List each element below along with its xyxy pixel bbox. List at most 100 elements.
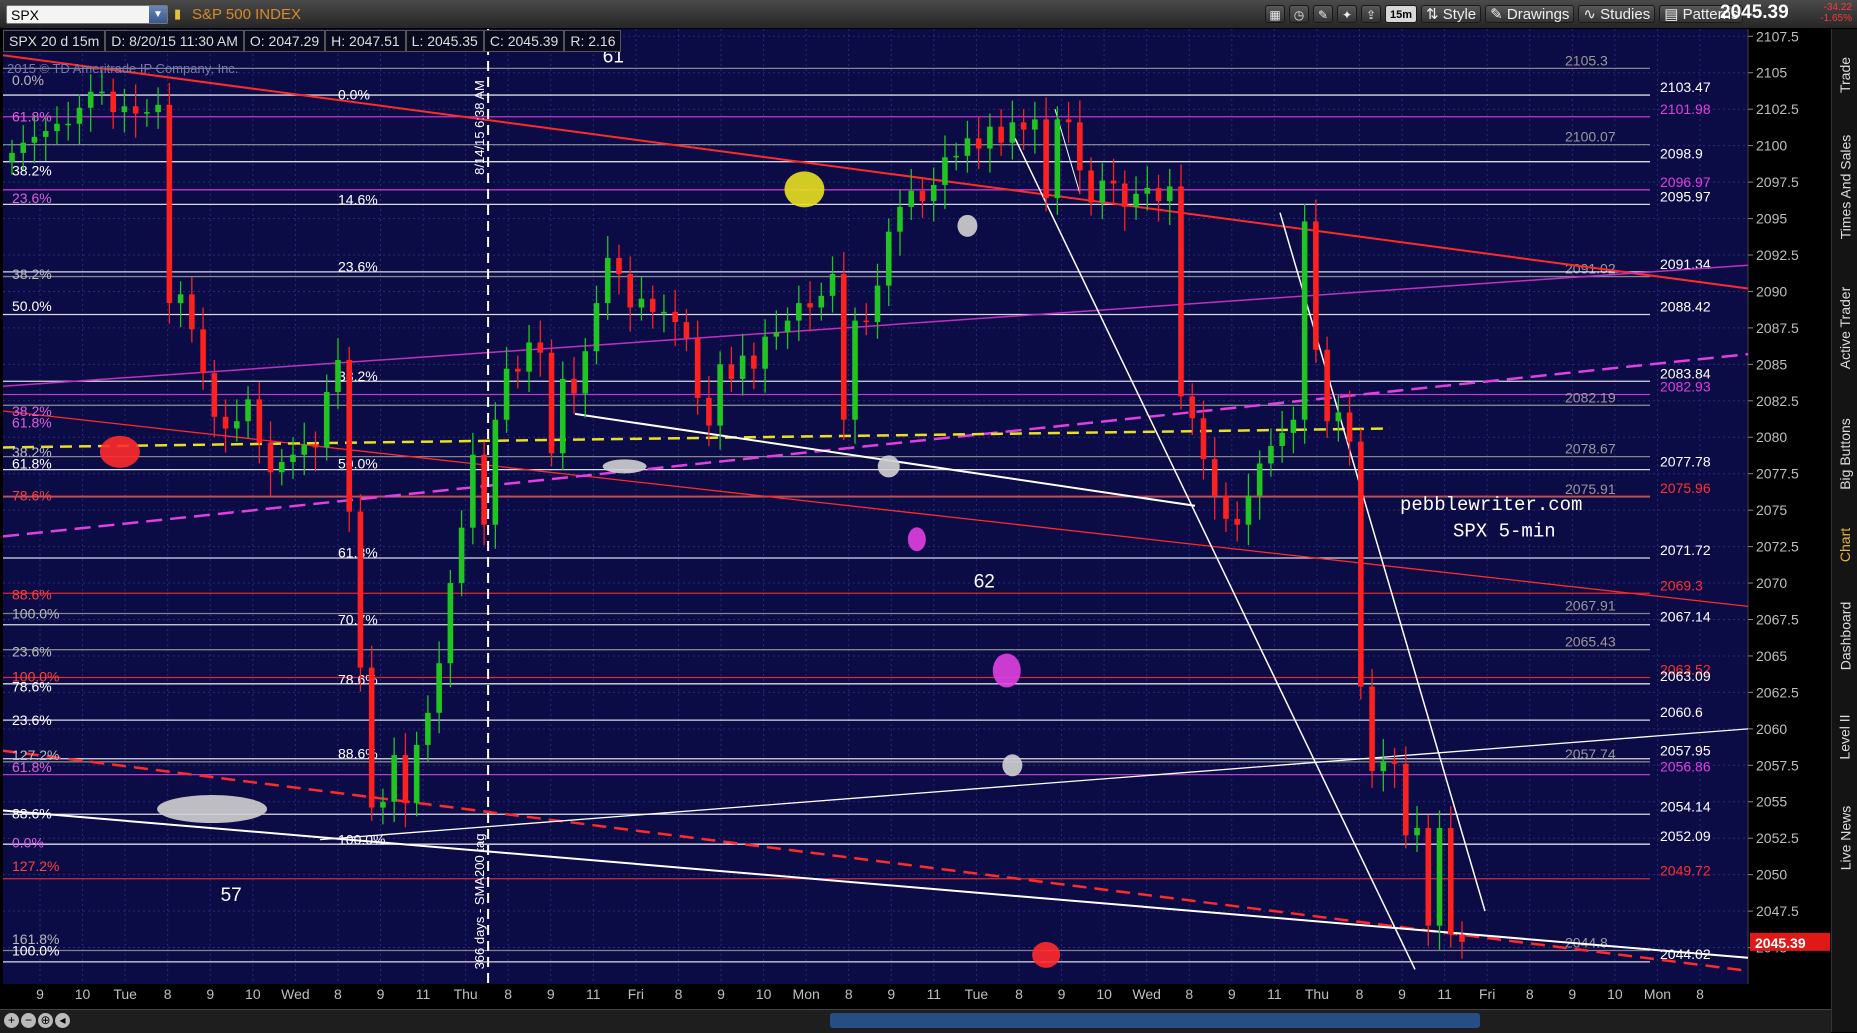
candle-body <box>1279 432 1285 446</box>
candle-body <box>9 152 15 162</box>
drag-icon[interactable]: ◂ <box>55 1013 70 1028</box>
last-price: 2045.39 <box>1720 2 1789 23</box>
x-tick-label: 8 <box>675 986 683 1002</box>
style-button[interactable]: ⇅ Style <box>1421 5 1482 23</box>
candle-body <box>503 368 510 420</box>
symbol-dropdown-button[interactable]: ▼ <box>149 6 167 23</box>
candle-body <box>571 378 577 394</box>
zoom-fit-icon[interactable]: ⊕ <box>38 1013 53 1028</box>
candle-body <box>380 801 386 808</box>
candle-body <box>267 443 274 473</box>
candle-body <box>694 338 701 398</box>
calendar-icon[interactable]: ▦ <box>1265 5 1285 23</box>
fib-label: 61.8% <box>12 455 52 471</box>
sync-icon[interactable]: ✎ <box>1313 5 1333 23</box>
x-tick-label: 9 <box>1398 986 1406 1002</box>
timeframe-button[interactable]: 15m <box>1385 5 1418 23</box>
candle-body <box>1178 186 1184 397</box>
x-tick-label: Wed <box>1132 986 1161 1002</box>
candle-body <box>784 320 791 333</box>
share-icon[interactable]: ⇪ <box>1361 5 1381 23</box>
zoom-in-icon[interactable]: + <box>4 1013 19 1028</box>
candle-body <box>1391 760 1398 764</box>
highlight-marker <box>907 527 926 552</box>
sidebar-tab-label: Dashboard <box>1837 601 1853 671</box>
candle-body <box>1380 760 1387 772</box>
x-tick-label: 9 <box>1568 986 1576 1002</box>
drawings-button[interactable]: ✎ Drawings <box>1485 5 1575 23</box>
studies-button[interactable]: ∿ Studies <box>1578 5 1656 23</box>
vertical-marker-label: 366 days - SMA200 tag <box>472 834 487 970</box>
candle-body <box>447 583 454 664</box>
price-chart[interactable]: 9 10 Tue 8 9 10 Wed 8 9 11 Thu 8 9 11 Fri 8 9 10 Mon 8 9 11 Tu… <box>0 29 1831 1009</box>
y-tick-label: 2065 <box>1756 648 1787 664</box>
level-label: 2067.14 <box>1660 609 1711 625</box>
bar-info-header: SPX 20 d 15m D: 8/20/15 11:30 AM O: 2047… <box>3 30 622 52</box>
level-label: 2101.98 <box>1660 101 1711 117</box>
symbol-description: S&P 500 INDEX <box>192 6 301 23</box>
study-label[interactable]: SPX 20 d 15m <box>3 30 106 52</box>
fib-label: 61.8% <box>12 415 52 431</box>
candle-body <box>885 231 892 286</box>
clock-icon[interactable]: ◷ <box>1289 5 1309 23</box>
x-tick-label: 10 <box>1607 986 1623 1002</box>
symbol-flag-icon[interactable]: ▮ <box>174 7 190 21</box>
level-label: 2088.42 <box>1660 298 1711 314</box>
y-tick-label: 2052.5 <box>1756 830 1799 846</box>
y-tick-label: 2100 <box>1756 138 1787 154</box>
scrollbar-thumb[interactable] <box>830 1013 1480 1028</box>
candle-body <box>436 663 442 713</box>
x-tick-label: 11 <box>586 986 601 1002</box>
candle-body <box>1133 193 1139 207</box>
wave-annotation: 62 <box>974 571 995 592</box>
candle-body <box>582 351 589 394</box>
sidebar-tab-big-buttons[interactable]: Big Buttons <box>1832 399 1857 509</box>
candle-body <box>526 342 532 372</box>
y-tick-label: 2060 <box>1756 721 1787 737</box>
x-tick-label: 9 <box>717 986 725 1002</box>
sidebar-tab-dashboard[interactable]: Dashboard <box>1832 581 1857 691</box>
settings-icon[interactable]: ✦ <box>1337 5 1357 23</box>
candle-body <box>87 91 94 108</box>
level-label: 2060.6 <box>1660 704 1703 720</box>
candle-body <box>863 320 870 323</box>
level-label: 2105.3 <box>1565 52 1608 68</box>
candle-body <box>649 298 656 312</box>
candle-body <box>54 123 60 132</box>
sidebar-tab-active-trader[interactable]: Active Trader <box>1832 263 1857 393</box>
sidebar-tab-live-news[interactable]: Live News <box>1832 783 1857 893</box>
candle-body <box>897 206 903 232</box>
x-tick-label: 8 <box>504 986 512 1002</box>
candle-body <box>402 755 409 804</box>
highlight-marker <box>992 653 1021 688</box>
level-label: 2049.72 <box>1660 863 1711 879</box>
candle-body <box>1268 445 1274 464</box>
candle-body <box>964 138 971 156</box>
candle-body <box>908 190 915 207</box>
symbol-input[interactable]: SPX ▼ <box>6 5 168 24</box>
sidebar-tab-times-and-sales[interactable]: Times And Sales <box>1832 117 1857 257</box>
candle-body <box>1403 763 1409 836</box>
candle-body <box>1077 122 1083 171</box>
candle-body <box>1290 419 1297 433</box>
x-tick-label: Mon <box>793 986 820 1002</box>
x-tick-label: 8 <box>1696 986 1704 1002</box>
bar-high: H: 2047.51 <box>325 30 406 52</box>
zoom-out-icon[interactable]: − <box>21 1013 36 1028</box>
candle-body <box>672 311 678 323</box>
fib-label: 23.6% <box>338 259 378 275</box>
y-tick-label: 2102.5 <box>1756 101 1799 117</box>
bar-range: R: 2.16 <box>564 30 622 52</box>
chart-scrollbar[interactable]: + − ⊕ ◂ <box>0 1009 1831 1033</box>
candle-body <box>312 444 319 448</box>
candle-body <box>335 359 341 393</box>
level-label: 2067.91 <box>1565 598 1616 614</box>
sidebar-tab-chart[interactable]: Chart <box>1832 515 1857 575</box>
candle-body <box>144 112 150 114</box>
candle-body <box>593 303 600 352</box>
y-tick-label: 2082.5 <box>1756 393 1799 409</box>
sidebar-tab-level-ii[interactable]: Level II <box>1832 697 1857 777</box>
fib-label: 0.0% <box>12 835 44 851</box>
x-tick-label: Tue <box>965 986 989 1002</box>
sidebar-tab-trade[interactable]: Trade <box>1832 39 1857 111</box>
